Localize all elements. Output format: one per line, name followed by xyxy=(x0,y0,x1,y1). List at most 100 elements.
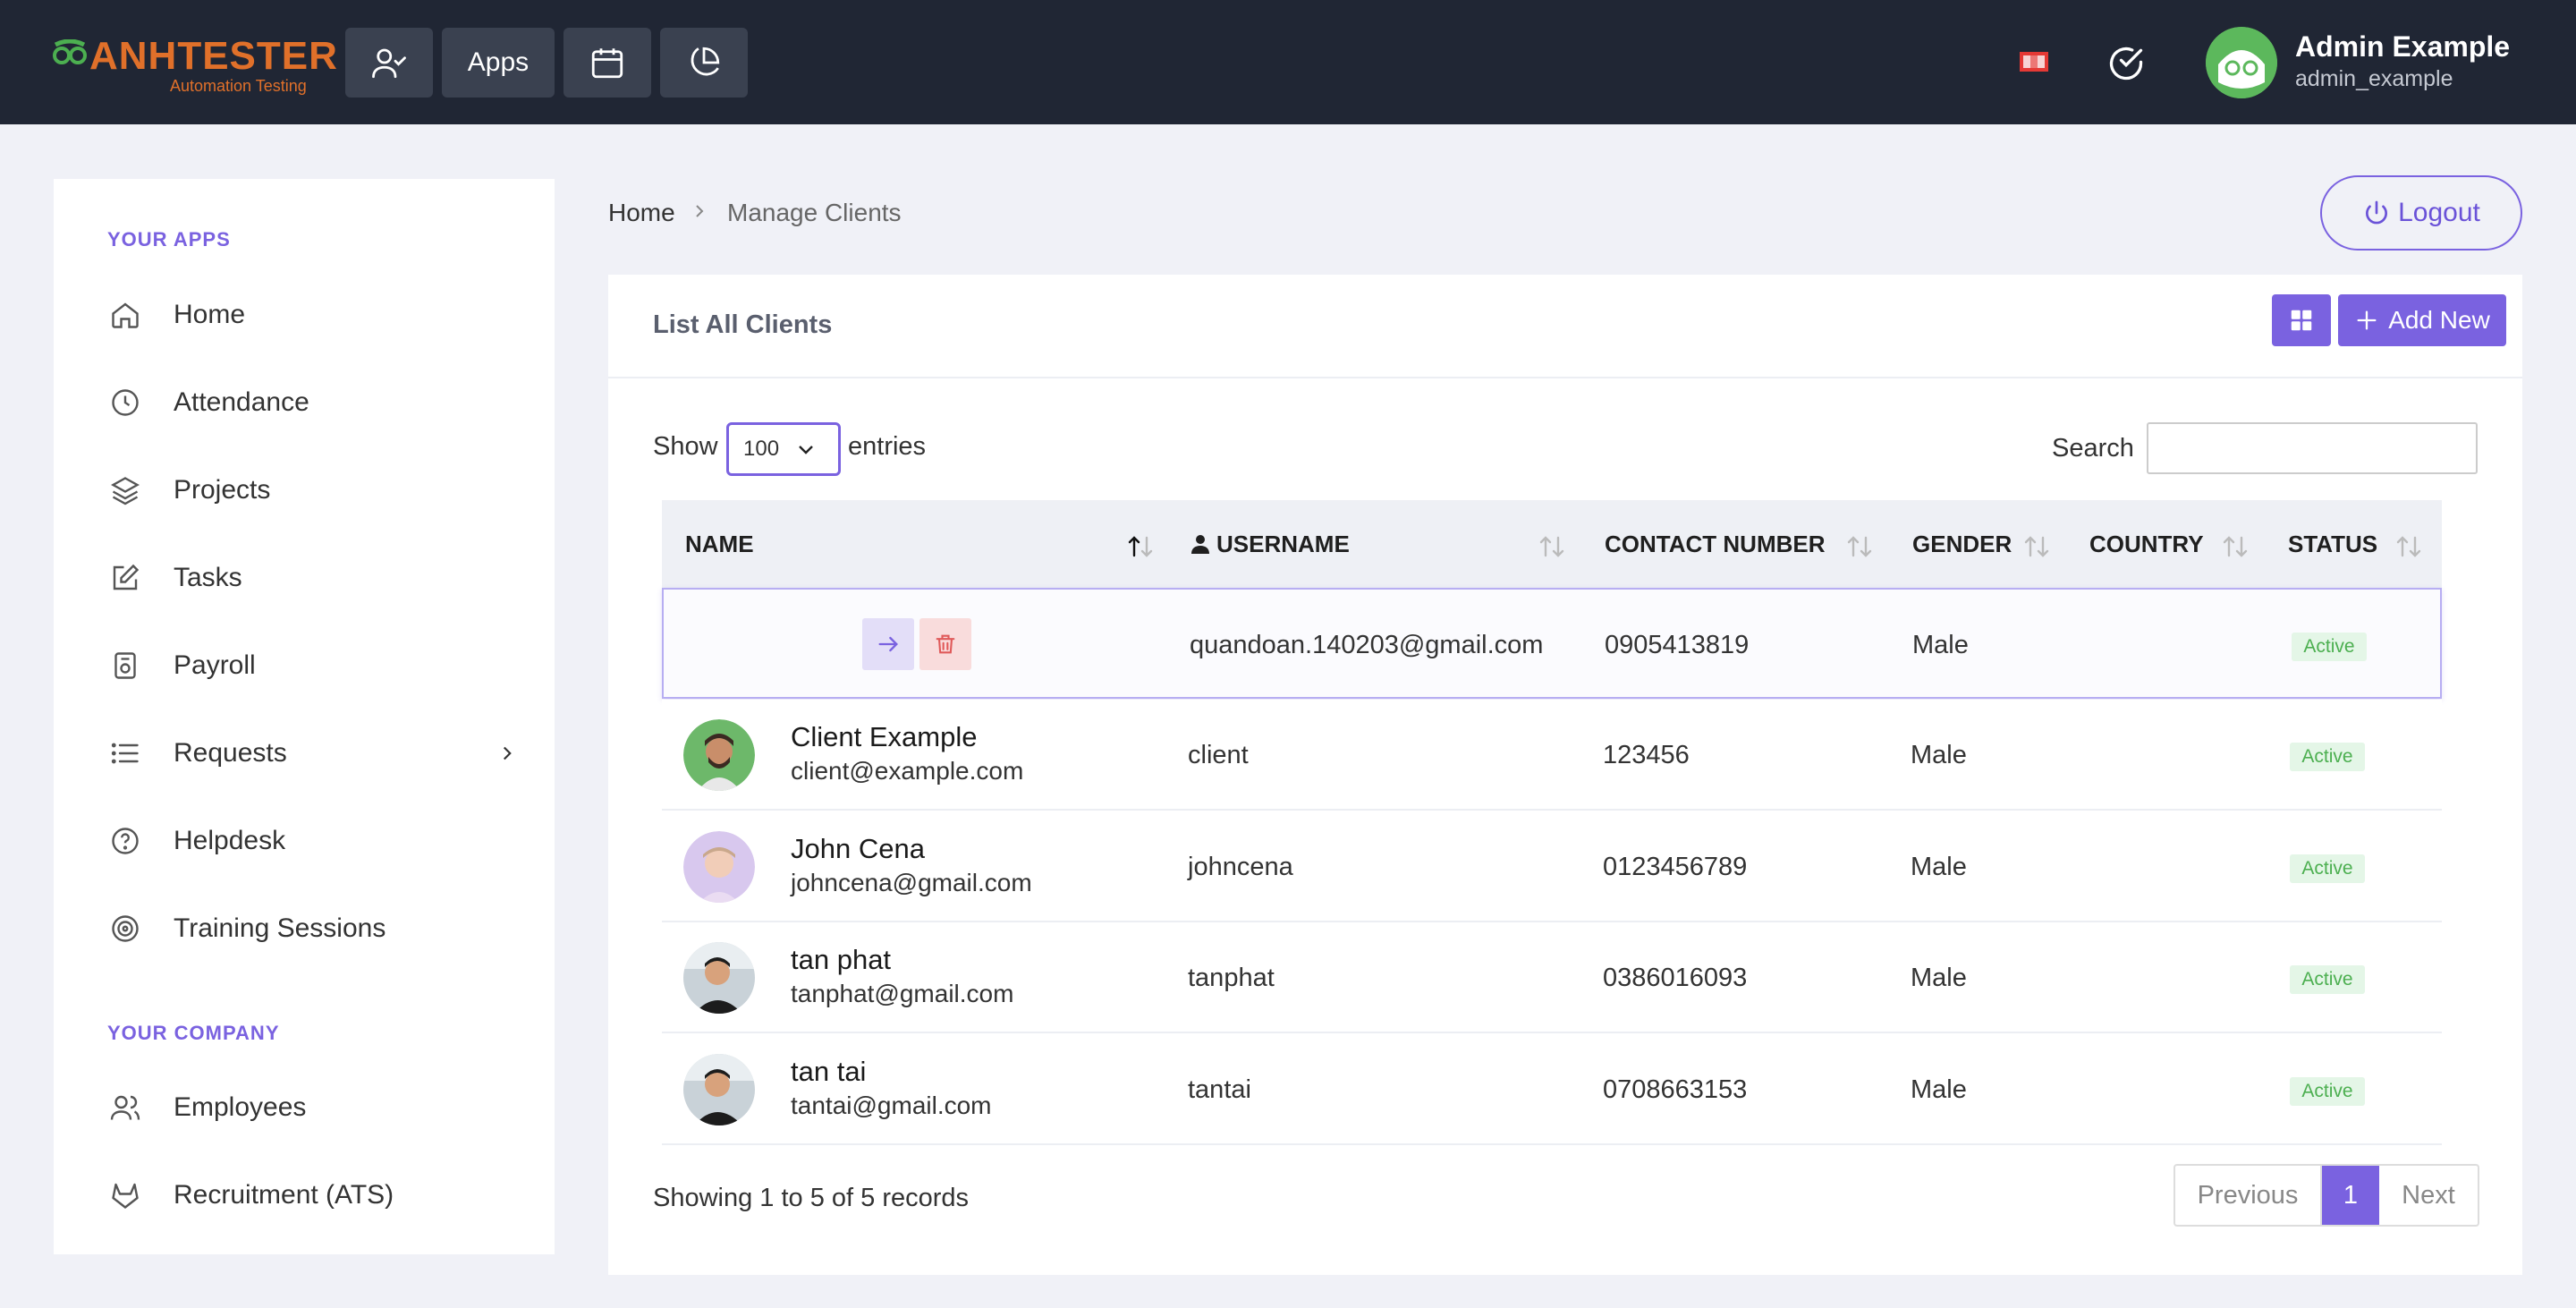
table-header: NAME USERNAME CONTACT NUMBER GENDER COUN… xyxy=(662,500,2442,588)
client-name[interactable]: Client Example xyxy=(791,721,977,753)
chevron-right-icon xyxy=(696,205,704,217)
status-badge: Active xyxy=(2292,633,2367,661)
column-username[interactable]: USERNAME xyxy=(1190,500,1350,588)
sidebar-item-label: Payroll xyxy=(174,650,256,680)
next-page-button[interactable]: Next xyxy=(2379,1166,2478,1225)
cell-gender: Male xyxy=(1911,740,1967,769)
cell-username: quandoan.140203@gmail.com xyxy=(1190,630,1544,659)
client-name[interactable]: tan phat xyxy=(791,944,891,976)
avatar xyxy=(683,1054,755,1125)
logo[interactable]: ANHTESTER Automation Testing xyxy=(52,34,337,98)
chevron-down-icon xyxy=(799,446,813,454)
top-bar: ANHTESTER Automation Testing Apps Admin … xyxy=(0,0,2576,124)
search-label: Search xyxy=(2052,434,2134,463)
pie-chart-button[interactable] xyxy=(660,28,748,98)
section-your-apps: YOUR APPS xyxy=(107,228,231,251)
admin-avatar[interactable] xyxy=(2206,27,2277,98)
records-summary: Showing 1 to 5 of 5 records xyxy=(653,1184,970,1212)
client-name[interactable]: tan tai xyxy=(791,1056,866,1088)
sort-icon[interactable] xyxy=(2021,534,2052,559)
sidebar-item-label: Requests xyxy=(174,738,287,768)
entries-select[interactable]: 100 xyxy=(726,422,841,476)
chevron-right-icon xyxy=(503,746,512,760)
sidebar-item-tasks[interactable]: Tasks xyxy=(107,551,519,605)
status-badge: Active xyxy=(2290,1077,2365,1106)
column-contact[interactable]: CONTACT NUMBER xyxy=(1605,500,1826,588)
sort-icon[interactable] xyxy=(2394,534,2424,559)
column-name[interactable]: NAME xyxy=(685,500,754,588)
client-name[interactable]: John Cena xyxy=(791,833,925,865)
table-row[interactable]: Client Example client@example.com client… xyxy=(662,700,2442,811)
breadcrumb-home[interactable]: Home xyxy=(608,199,675,227)
client-email: johncena@gmail.com xyxy=(791,869,1032,896)
sidebar-item-label: Employees xyxy=(174,1092,307,1122)
avatar xyxy=(683,831,755,903)
page-1-button[interactable]: 1 xyxy=(2322,1166,2379,1225)
gitlab-icon xyxy=(107,1177,143,1213)
sidebar-item-attendance[interactable]: Attendance xyxy=(107,376,519,429)
client-email: client@example.com xyxy=(791,757,1024,785)
grid-view-button[interactable] xyxy=(2272,294,2331,346)
card-title: List All Clients xyxy=(653,310,833,339)
check-circle-icon[interactable] xyxy=(2106,44,2146,83)
sidebar-item-home[interactable]: Home xyxy=(107,288,519,342)
user-check-button[interactable] xyxy=(345,28,433,98)
table-row[interactable]: tan tai tantai@gmail.com tantai 07086631… xyxy=(662,1034,2442,1145)
cell-contact: 0123456789 xyxy=(1603,852,1748,881)
status-badge: Active xyxy=(2290,854,2365,883)
sort-icon[interactable] xyxy=(1844,534,1875,559)
apps-button[interactable]: Apps xyxy=(442,28,555,98)
breadcrumb-current: Manage Clients xyxy=(727,199,902,226)
pagination: Previous 1 Next xyxy=(2174,1164,2479,1227)
sidebar-item-employees[interactable]: Employees xyxy=(107,1081,519,1134)
user-check-icon xyxy=(372,48,406,79)
table-row[interactable]: quandoan.140203@gmail.com 0905413819 Mal… xyxy=(662,588,2442,699)
calendar-icon xyxy=(591,48,623,79)
column-country[interactable]: COUNTRY xyxy=(2089,500,2204,588)
sort-icon[interactable] xyxy=(1537,534,1567,559)
grid-icon xyxy=(2291,310,2312,331)
column-username-label: USERNAME xyxy=(1216,530,1350,557)
sidebar-item-recruitment[interactable]: Recruitment (ATS) xyxy=(107,1168,519,1222)
help-icon xyxy=(107,823,143,859)
show-label: Show xyxy=(653,432,718,461)
sidebar-item-projects[interactable]: Projects xyxy=(107,463,519,517)
cell-contact: 0708663153 xyxy=(1603,1074,1748,1104)
cell-contact: 123456 xyxy=(1603,740,1690,769)
table-row[interactable]: John Cena johncena@gmail.com johncena 01… xyxy=(662,811,2442,922)
entries-value: 100 xyxy=(743,437,780,461)
cell-username: tantai xyxy=(1188,1074,1251,1104)
client-email: tantai@gmail.com xyxy=(791,1091,992,1119)
view-button[interactable] xyxy=(862,618,914,670)
sidebar-item-label: Home xyxy=(174,300,246,329)
sidebar-item-payroll[interactable]: Payroll xyxy=(107,639,519,692)
sidebar-item-label: Attendance xyxy=(174,387,309,417)
sidebar-item-helpdesk[interactable]: Helpdesk xyxy=(107,814,519,868)
sidebar-item-label: Tasks xyxy=(174,563,242,592)
calendar-button[interactable] xyxy=(564,28,651,98)
sidebar-item-label: Training Sessions xyxy=(174,913,386,943)
sort-asc-icon[interactable] xyxy=(1125,534,1156,559)
sidebar-item-label: Helpdesk xyxy=(174,826,286,855)
column-gender[interactable]: GENDER xyxy=(1912,500,2012,588)
sidebar-item-requests[interactable]: Requests xyxy=(107,726,519,780)
flag-icon[interactable] xyxy=(2020,52,2048,72)
sort-icon[interactable] xyxy=(2220,534,2250,559)
cell-username: client xyxy=(1188,740,1249,769)
brand-tagline: Automation Testing xyxy=(170,77,307,95)
logout-button[interactable]: Logout xyxy=(2320,175,2522,251)
target-icon xyxy=(107,911,143,947)
brand-name: ANHTESTER xyxy=(89,34,338,78)
delete-button[interactable] xyxy=(919,618,971,670)
users-icon xyxy=(107,1090,143,1125)
cell-gender: Male xyxy=(1912,630,1969,659)
cell-username: tanphat xyxy=(1188,963,1275,992)
previous-page-button[interactable]: Previous xyxy=(2175,1166,2322,1225)
table-row[interactable]: tan phat tanphat@gmail.com tanphat 03860… xyxy=(662,922,2442,1033)
avatar xyxy=(683,942,755,1014)
sidebar-item-training-sessions[interactable]: Training Sessions xyxy=(107,902,519,956)
column-status[interactable]: STATUS xyxy=(2288,500,2377,588)
status-badge: Active xyxy=(2290,965,2365,994)
search-input[interactable] xyxy=(2147,422,2478,474)
add-new-button[interactable]: Add New xyxy=(2338,294,2506,346)
